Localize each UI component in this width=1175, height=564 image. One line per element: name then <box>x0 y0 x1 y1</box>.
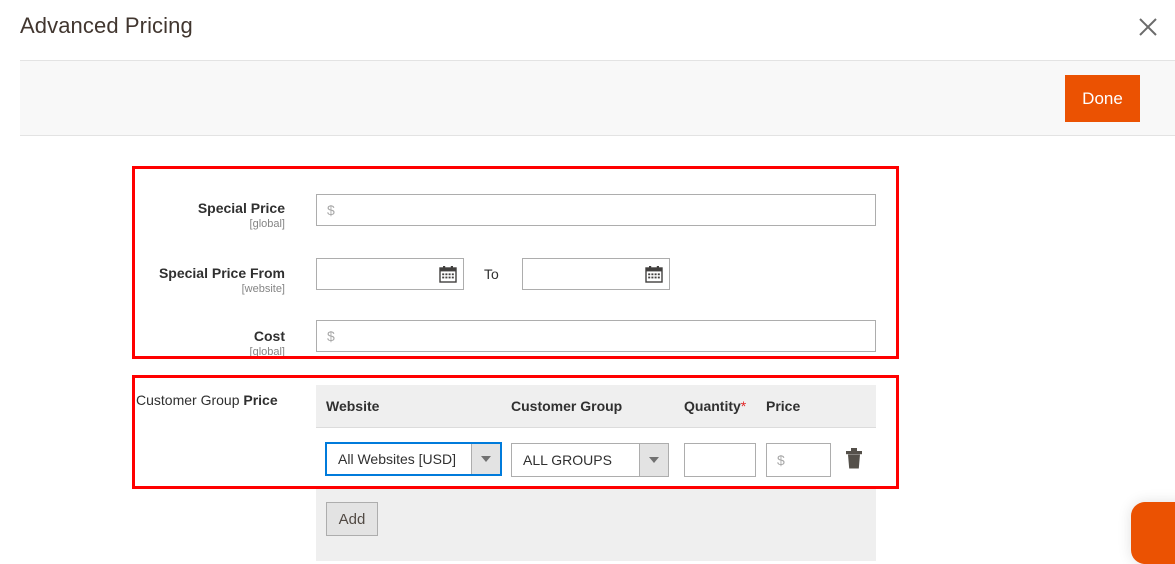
website-select[interactable]: All Websites [USD] <box>325 442 502 476</box>
website-select-value: All Websites [USD] <box>338 451 456 467</box>
table-row: All Websites [USD] ALL GROUPS <box>316 428 876 489</box>
calendar-icon[interactable] <box>645 265 663 283</box>
cost-scope: [global] <box>249 346 285 358</box>
special-price-scope: [global] <box>249 218 285 230</box>
cost-label: Cost <box>253 328 285 344</box>
close-button[interactable] <box>1129 8 1167 46</box>
modal-title-bar: Advanced Pricing <box>0 0 1175 60</box>
chevron-down-icon <box>639 444 668 476</box>
calendar-icon[interactable] <box>439 265 457 283</box>
customer-group-price-label: Customer Group Price <box>136 392 278 408</box>
done-button[interactable]: Done <box>1065 75 1140 122</box>
customer-group-select-value: ALL GROUPS <box>523 452 612 468</box>
required-marker: * <box>740 398 747 414</box>
special-price-from-datefield <box>316 258 464 290</box>
special-price-to-datefield <box>522 258 670 290</box>
customer-group-price-table: Website Customer Group Quantity* Price A… <box>316 385 876 561</box>
floating-action-button[interactable] <box>1131 502 1175 564</box>
close-icon <box>1139 18 1157 36</box>
chevron-down-icon <box>471 444 500 474</box>
special-price-input[interactable] <box>316 194 876 226</box>
trash-icon <box>846 448 862 469</box>
customer-group-select[interactable]: ALL GROUPS <box>511 443 669 477</box>
column-header-website: Website <box>326 398 380 414</box>
price-input[interactable] <box>766 443 831 477</box>
table-footer: Add <box>316 489 876 561</box>
customer-group-price-label-regular: Customer Group <box>136 392 244 408</box>
quantity-input[interactable] <box>684 443 756 477</box>
special-price-from-label: Special Price From <box>158 265 285 281</box>
special-price-from-scope: [website] <box>241 283 285 295</box>
special-price-label: Special Price <box>197 200 285 216</box>
column-header-quantity: Quantity* <box>684 398 746 414</box>
customer-group-price-label-bold: Price <box>243 392 278 408</box>
column-header-quantity-text: Quantity <box>684 398 741 414</box>
table-header-row: Website Customer Group Quantity* Price <box>316 385 876 428</box>
add-button[interactable]: Add <box>326 502 378 536</box>
column-header-customer-group: Customer Group <box>511 398 623 414</box>
modal-toolbar: Done <box>20 60 1175 136</box>
cost-input[interactable] <box>316 320 876 352</box>
delete-row-button[interactable] <box>843 447 865 471</box>
column-header-price: Price <box>766 398 801 414</box>
date-range-separator-label: To <box>484 266 499 282</box>
page-title: Advanced Pricing <box>20 13 193 38</box>
